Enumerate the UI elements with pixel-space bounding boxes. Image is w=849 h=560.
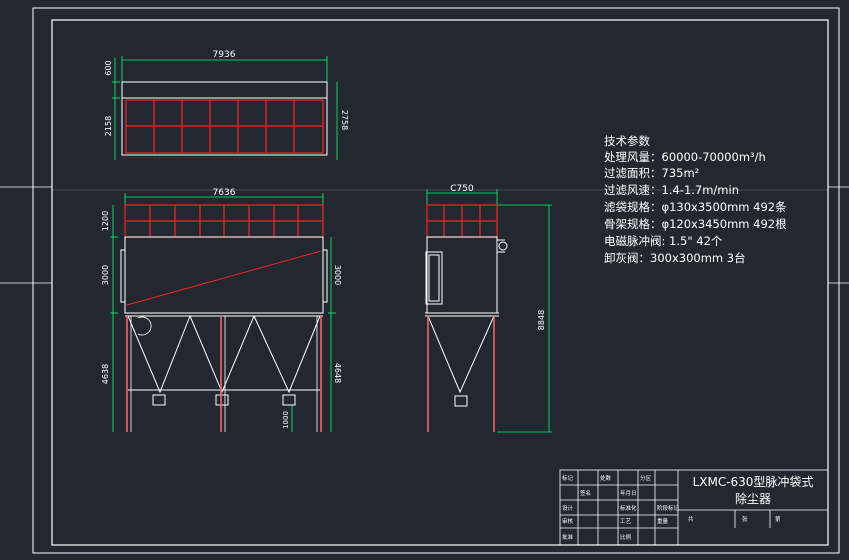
title-cell: 签名 [580, 489, 591, 497]
side-width-dim: C750 [450, 184, 474, 194]
title-cell: 标记 [562, 474, 574, 482]
side-height-dim: 8848 [537, 310, 546, 330]
title-cell: 设计 [562, 504, 574, 512]
title-cell: 审核 [562, 517, 574, 525]
spec-line: 过滤风速：1.4-1.7m/min [604, 183, 739, 197]
title-block-product-line1: LXMC-630型脉冲袋式 [693, 474, 814, 489]
spec-line: 卸灰阀：300x300mm 3台 [604, 251, 746, 265]
title-cell: 重量 [657, 517, 669, 525]
title-block-product-line2: 除尘器 [735, 491, 771, 506]
cad-drawing-canvas[interactable]: 7936 600 2158 2758 7636 1200 3000 4638 3… [0, 0, 849, 560]
title-cell: 处数 [600, 474, 612, 482]
front-right-dim-3: 1000 [282, 411, 290, 429]
title-cell: 标准化 [620, 504, 637, 512]
spec-line: 骨架规格：φ120x3450mm 492根 [604, 217, 787, 231]
spec-line: 滤袋规格：φ130x3500mm 492条 [604, 200, 787, 214]
spec-block: 技术参数 处理风量：60000-70000m³/h 过滤面积：735m² 过滤风… [604, 134, 787, 265]
top-height-dim-1: 600 [104, 60, 113, 75]
title-cell: 工艺 [620, 518, 632, 525]
top-width-dim: 7936 [213, 50, 236, 60]
title-block: LXMC-630型脉冲袋式 除尘器 标记 处数 分区 签名 年月日 设计 标准化… [559, 469, 829, 546]
title-cell: 批准 [562, 533, 574, 541]
top-right-dim: 2758 [340, 110, 349, 130]
title-cell: 分区 [640, 474, 652, 482]
spec-title: 技术参数 [604, 134, 650, 148]
front-left-dim-3: 4638 [101, 364, 110, 384]
front-right-dim-1: 3000 [333, 265, 342, 285]
drawing-frame [0, 7, 849, 554]
spec-line: 处理风量：60000-70000m³/h [604, 150, 766, 164]
title-cell: 年月日 [620, 489, 637, 497]
side-view: C750 8848 [425, 184, 552, 433]
top-view: 7936 600 2158 2758 [104, 50, 349, 160]
title-cell: 第 [775, 515, 781, 523]
front-left-dim-1: 1200 [101, 211, 110, 231]
title-cell: 阶段标记 [657, 504, 680, 512]
title-cell: 比例 [620, 533, 632, 541]
spec-line: 过滤面积：735m² [604, 166, 699, 180]
front-right-dim-2: 4648 [333, 363, 342, 383]
spec-line: 电磁脉冲阀: 1.5" 42个 [604, 234, 723, 248]
front-view: 7636 1200 3000 4638 3000 4648 1000 [101, 188, 342, 432]
front-width-dim: 7636 [213, 188, 236, 198]
front-left-dim-2: 3000 [101, 265, 110, 285]
title-cell: 张 [742, 515, 748, 523]
title-cell: 共 [688, 515, 694, 523]
top-height-dim-2: 2158 [104, 116, 113, 136]
